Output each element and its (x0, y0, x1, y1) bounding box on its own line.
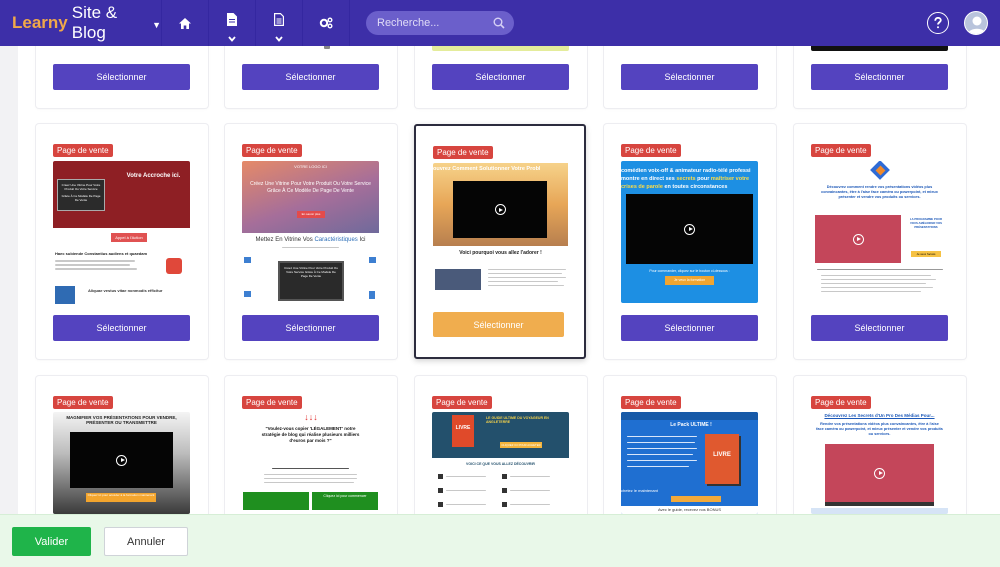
template-card: Page de vente Le Pack ULTIME ! LIVRE che… (604, 376, 776, 514)
chevron-down-icon (228, 36, 236, 42)
sales-page-badge: Page de vente (242, 144, 302, 157)
caret-down-icon: ▼ (152, 19, 161, 30)
template-gallery: Sélectionner Sélectionner Sélectionner S… (18, 46, 1000, 514)
sales-page-badge: Page de vente (811, 396, 871, 409)
search-icon[interactable] (493, 17, 505, 29)
select-template-button[interactable]: Sélectionner (811, 64, 948, 90)
select-template-button[interactable]: Sélectionner (433, 312, 564, 337)
select-template-button[interactable]: Sélectionner (53, 64, 190, 90)
home-button[interactable] (162, 0, 209, 46)
template-thumbnail (811, 46, 948, 51)
sales-page-badge: Page de vente (242, 396, 302, 409)
template-thumbnail (432, 46, 569, 51)
user-avatar[interactable] (964, 11, 988, 35)
sales-page-badge: Page de vente (432, 396, 492, 409)
template-card: Page de vente ↓↓↓ "Voulez-vous copier 'L… (225, 376, 397, 514)
action-footer: Valider Annuler (0, 514, 1000, 567)
select-template-button[interactable]: Sélectionner (53, 315, 190, 341)
template-thumbnail: ouvrez Comment Solutionner Votre Probl V… (433, 163, 570, 295)
select-template-button[interactable]: Sélectionner (432, 64, 569, 90)
top-navigation-bar: Learny Site & Blog ▼ (0, 0, 1000, 46)
chevron-down-icon (275, 36, 283, 42)
validate-button[interactable]: Valider (12, 527, 91, 556)
pages-menu-button[interactable] (209, 0, 256, 46)
sales-page-badge: Page de vente (621, 396, 681, 409)
cancel-button[interactable]: Annuler (104, 527, 188, 556)
template-thumbnail (621, 46, 758, 51)
sales-page-badge: Page de vente (811, 144, 871, 157)
template-thumbnail: VOTRE LOGO ICI Créez Une Vitrine Pour Vo… (242, 161, 379, 307)
brand-name: Learny (12, 13, 68, 32)
template-card: Sélectionner (415, 46, 587, 108)
select-template-button[interactable]: Sélectionner (621, 64, 758, 90)
sales-page-badge: Page de vente (53, 396, 113, 409)
document-icon (274, 12, 284, 26)
template-card: Page de vente Votre Accroche ici. Créez … (36, 124, 208, 359)
template-thumbnail: ↓↓↓ "Voulez-vous copier 'LÉGALEMENT' not… (242, 412, 379, 514)
template-card: Sélectionner (36, 46, 208, 108)
template-thumbnail: comédien voix-off & animateur radio-télé… (621, 161, 758, 303)
help-icon (934, 17, 942, 29)
settings-cogs-icon (319, 17, 333, 29)
select-template-button[interactable]: Sélectionner (621, 315, 758, 341)
template-thumbnail: Votre Accroche ici. Créez Une Vitrine Po… (53, 161, 190, 307)
template-card: Page de vente VOTRE LOGO ICI Créez Une V… (225, 124, 397, 359)
play-icon (116, 454, 127, 466)
template-thumbnail (53, 46, 190, 51)
template-card: Sélectionner (225, 46, 397, 108)
template-thumbnail: MAGNIFIER VOS PRÉSENTATIONS POUR VENDRE,… (53, 412, 190, 514)
page-icon (227, 12, 237, 26)
select-template-button[interactable]: Sélectionner (242, 64, 379, 90)
sales-page-badge: Page de vente (53, 144, 113, 157)
play-icon (852, 233, 864, 245)
template-thumbnail: Découvrez comment rendre vos présentatio… (811, 161, 948, 307)
template-card: Page de vente Découvrez comment rendre v… (794, 124, 966, 359)
user-icon (968, 16, 986, 34)
template-thumbnail: Découvrez Les Secrets d'Un Pro Des Média… (811, 412, 948, 514)
search-box (366, 11, 514, 35)
template-card: Sélectionner (794, 46, 966, 108)
template-thumbnail: LIVRE LE GUIDE ULTIME DU VOYAGEUR EN ANG… (432, 412, 569, 514)
template-card-selected: Page de vente ouvrez Comment Solutionner… (414, 124, 586, 359)
template-card: Page de vente comédien voix-off & animat… (604, 124, 776, 359)
play-icon (684, 223, 695, 235)
brand-suffix: Site & Blog (71, 3, 118, 42)
template-card: Page de vente Découvrez Les Secrets d'Un… (794, 376, 966, 514)
help-button[interactable] (927, 12, 949, 34)
brand-menu[interactable]: Learny Site & Blog ▼ (0, 0, 162, 46)
home-icon (179, 17, 191, 29)
template-thumbnail (242, 46, 379, 51)
sales-page-badge: Page de vente (433, 146, 493, 159)
sales-page-badge: Page de vente (621, 144, 681, 157)
template-card: Page de vente MAGNIFIER VOS PRÉSENTATION… (36, 376, 208, 514)
template-thumbnail: Le Pack ULTIME ! LIVRE chetez le mainten… (621, 412, 758, 514)
template-card: Page de vente LIVRE LE GUIDE ULTIME DU V… (415, 376, 587, 514)
select-template-button[interactable]: Sélectionner (242, 315, 379, 341)
play-icon (874, 467, 885, 479)
settings-button[interactable] (303, 0, 350, 46)
search-input[interactable] (377, 17, 488, 29)
select-template-button[interactable]: Sélectionner (811, 315, 948, 341)
template-card: Sélectionner (604, 46, 776, 108)
documents-menu-button[interactable] (256, 0, 303, 46)
play-icon (494, 204, 506, 215)
